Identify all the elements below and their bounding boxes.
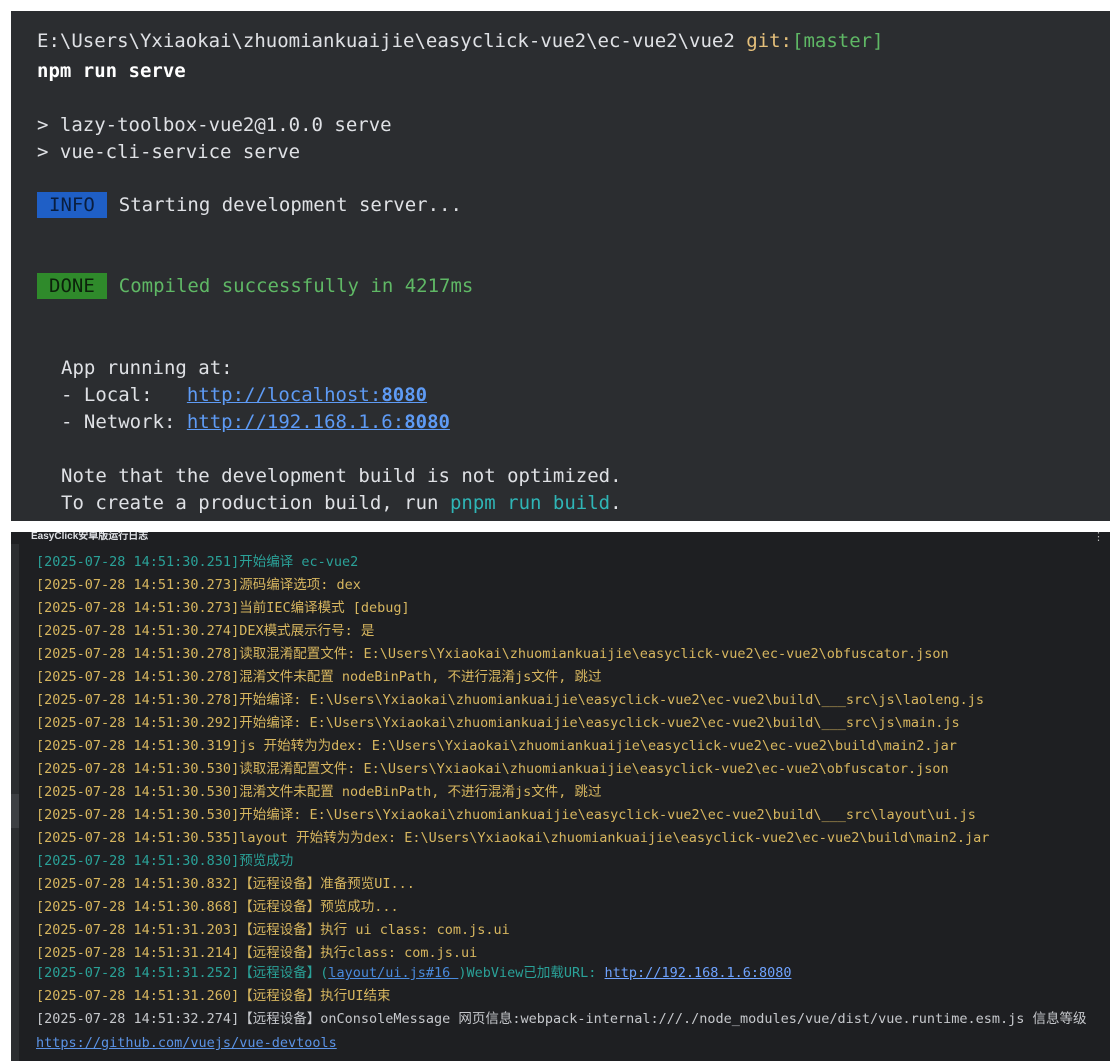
terminal-panel: E:\Users\Yxiaokai\zhuomiankuaijie\easycl… bbox=[11, 11, 1110, 521]
local-url-link[interactable]: http://localhost:8080 bbox=[187, 384, 427, 406]
log-gutter bbox=[11, 544, 19, 1061]
log-line: [2025-07-28 14:51:30.868]【远程设备】预览成功... bbox=[36, 899, 399, 915]
log-line: [2025-07-28 14:51:30.278]开始编译: E:\Users\… bbox=[36, 692, 985, 708]
source-link[interactable]: layout/ui.js#16 bbox=[328, 965, 458, 981]
info-text: Starting development server... bbox=[118, 194, 462, 216]
local-line: - Local: http://localhost:8080 bbox=[61, 383, 427, 407]
log-line: [2025-07-28 14:51:30.530]混淆文件未配置 nodeBin… bbox=[36, 784, 602, 800]
app-running-label: App running at: bbox=[61, 357, 233, 379]
log-line: [2025-07-28 14:51:30.274]DEX模式展示行号: 是 bbox=[36, 623, 375, 639]
info-badge: INFO bbox=[37, 192, 107, 218]
more-options-icon[interactable]: ⋮ bbox=[1093, 532, 1104, 543]
log-line-webview: [2025-07-28 14:51:31.252]【远程设备】(layout/u… bbox=[36, 965, 792, 981]
prompt-branch: [master] bbox=[792, 30, 884, 52]
log-line: [2025-07-28 14:51:30.530]开始编译: E:\Users\… bbox=[36, 807, 976, 823]
log-line-ui-end: [2025-07-28 14:51:31.260]【远程设备】执行UI结束 bbox=[36, 988, 391, 1004]
log-line: [2025-07-28 14:51:30.292]开始编译: E:\Users\… bbox=[36, 715, 960, 731]
webview-url-link[interactable]: http://192.168.1.6:8080 bbox=[605, 965, 792, 981]
done-line: DONE Compiled successfully in 4217ms bbox=[37, 273, 473, 299]
prompt-line: E:\Users\Yxiaokai\zhuomiankuaijie\easycl… bbox=[37, 29, 884, 53]
local-label: - Local: bbox=[61, 384, 187, 406]
done-badge: DONE bbox=[37, 273, 107, 299]
devtools-link[interactable]: https://github.com/vuejs/vue-devtools bbox=[36, 1033, 337, 1053]
build-command: pnpm run build bbox=[449, 492, 611, 514]
script-line-1: > lazy-toolbox-vue2@1.0.0 serve bbox=[37, 114, 392, 136]
run-log-panel: EasyClick安卓版运行日志 ⋮ [2025-07-28 14:51:30.… bbox=[11, 532, 1110, 1061]
prompt-path: E:\Users\Yxiaokai\zhuomiankuaijie\easycl… bbox=[37, 30, 735, 52]
log-line: [2025-07-28 14:51:30.278]混淆文件未配置 nodeBin… bbox=[36, 669, 602, 685]
log-line-console: [2025-07-28 14:51:32.274]【远程设备】onConsole… bbox=[36, 1011, 1087, 1027]
network-url-link[interactable]: http://192.168.1.6:8080 bbox=[187, 411, 450, 433]
log-line: [2025-07-28 14:51:30.319]js 开始转为为dex: E:… bbox=[36, 738, 957, 754]
log-line: [2025-07-28 14:51:31.214]【远程设备】执行class: … bbox=[36, 945, 478, 961]
info-line: INFO Starting development server... bbox=[37, 192, 462, 218]
log-line: [2025-07-28 14:51:31.203]【远程设备】执行 ui cla… bbox=[36, 922, 510, 938]
network-line: - Network: http://192.168.1.6:8080 bbox=[61, 410, 450, 434]
log-header: EasyClick安卓版运行日志 ⋮ bbox=[11, 532, 1110, 544]
log-line: [2025-07-28 14:51:30.278]读取混淆配置文件: E:\Us… bbox=[36, 646, 949, 662]
log-line: [2025-07-28 14:51:30.530]读取混淆配置文件: E:\Us… bbox=[36, 761, 949, 777]
script-line-2: > vue-cli-service serve bbox=[37, 141, 301, 163]
note-line-1: Note that the development build is not o… bbox=[61, 465, 622, 487]
prompt-git: git: bbox=[746, 30, 792, 52]
log-line: [2025-07-28 14:51:30.832]【远程设备】准备预览UI... bbox=[36, 876, 415, 892]
log-line: [2025-07-28 14:51:30.273]当前IEC编译模式 [debu… bbox=[36, 600, 410, 616]
command-line: npm run serve bbox=[37, 60, 186, 82]
note-line-2: To create a production build, run pnpm r… bbox=[61, 492, 622, 514]
log-line: [2025-07-28 14:51:30.273]源码编译选项: dex bbox=[36, 577, 361, 593]
network-label: - Network: bbox=[61, 411, 187, 433]
gutter-marker bbox=[11, 794, 19, 828]
log-line: [2025-07-28 14:51:30.535]layout 开始转为为dex… bbox=[36, 830, 990, 846]
done-text: Compiled successfully in 4217ms bbox=[118, 275, 474, 297]
log-line: [2025-07-28 14:51:30.830]预览成功 bbox=[36, 853, 294, 869]
log-title: EasyClick安卓版运行日志 bbox=[31, 532, 149, 542]
log-line: [2025-07-28 14:51:30.251]开始编译 ec-vue2 bbox=[36, 554, 359, 570]
